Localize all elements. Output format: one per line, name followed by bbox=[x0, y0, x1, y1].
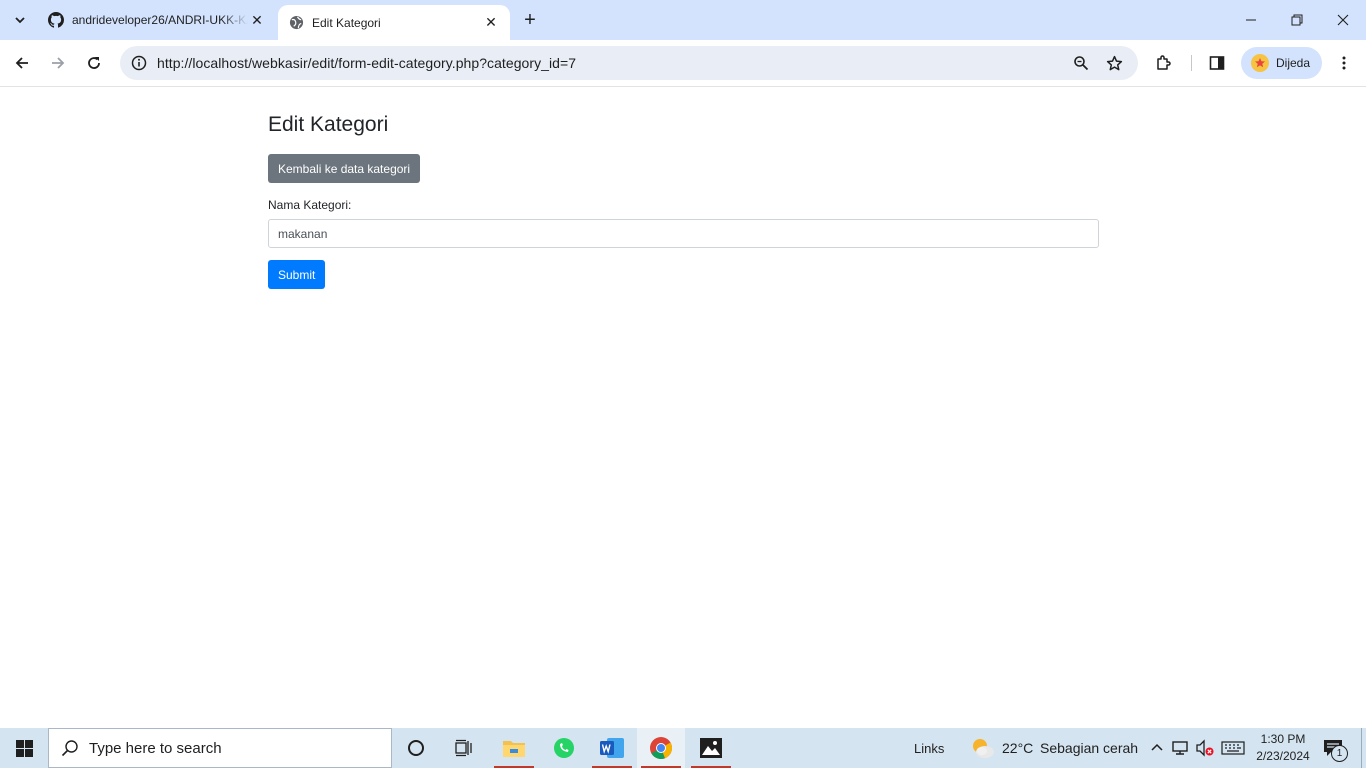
start-button[interactable] bbox=[0, 728, 48, 768]
close-icon[interactable]: ✕ bbox=[482, 14, 500, 32]
reload-icon bbox=[88, 57, 100, 69]
cortana-circle-icon bbox=[408, 740, 424, 756]
back-button[interactable] bbox=[7, 48, 37, 78]
category-name-input[interactable] bbox=[268, 219, 1099, 248]
search-icon bbox=[61, 740, 78, 757]
chevron-down-icon bbox=[15, 17, 25, 24]
side-panel-icon[interactable] bbox=[1204, 50, 1230, 76]
windows-taskbar: Type here to search Links 22°C Sebagian … bbox=[0, 728, 1366, 768]
weather-sun-cloud-icon[interactable] bbox=[970, 736, 996, 760]
back-to-categories-button[interactable]: Kembali ke data kategori bbox=[268, 154, 421, 183]
close-icon[interactable]: ✕ bbox=[248, 11, 266, 29]
zoom-icon[interactable] bbox=[1070, 52, 1092, 74]
clock-date: 2/23/2024 bbox=[1256, 749, 1310, 763]
github-icon bbox=[48, 12, 64, 28]
site-info-icon[interactable] bbox=[126, 50, 152, 76]
tab-search-button[interactable] bbox=[6, 7, 34, 33]
close-window-button[interactable] bbox=[1320, 0, 1366, 40]
browser-tabstrip: andrideveloper26/ANDRI-UKK-KASIR ✕ Edit … bbox=[0, 0, 1366, 40]
chrome-icon bbox=[650, 737, 673, 760]
chevron-up-icon[interactable] bbox=[1147, 738, 1167, 758]
restore-button[interactable] bbox=[1274, 0, 1320, 40]
restore-icon bbox=[1291, 14, 1303, 26]
minimize-button[interactable] bbox=[1228, 0, 1274, 40]
taskbar-chrome[interactable] bbox=[637, 728, 685, 768]
taskbar-word[interactable] bbox=[588, 728, 636, 768]
weather-condition[interactable]: Sebagian cerah bbox=[1040, 728, 1138, 768]
profile-name: Dijeda bbox=[1276, 56, 1311, 70]
links-toolbar[interactable]: Links bbox=[914, 728, 944, 768]
new-tab-button[interactable]: + bbox=[518, 8, 542, 32]
submit-button[interactable]: Submit bbox=[268, 260, 326, 289]
task-view-button[interactable] bbox=[440, 728, 488, 768]
arrow-right-icon bbox=[52, 57, 65, 69]
browser-toolbar: http://localhost/webkasir/edit/form-edit… bbox=[0, 40, 1366, 87]
photos-icon bbox=[700, 738, 722, 758]
folder-icon bbox=[503, 741, 525, 757]
close-icon bbox=[1337, 14, 1349, 26]
taskbar-file-explorer[interactable] bbox=[490, 728, 538, 768]
forward-button[interactable] bbox=[43, 48, 73, 78]
page-content: Edit Kategori Kembali ke data kategori N… bbox=[0, 87, 1366, 728]
task-view-icon bbox=[455, 739, 472, 757]
clock-time: 1:30 PM bbox=[1260, 732, 1306, 746]
show-desktop-button[interactable] bbox=[1361, 728, 1366, 768]
tab-edit-kategori[interactable]: Edit Kategori ✕ bbox=[278, 5, 510, 40]
avatar bbox=[1251, 54, 1269, 72]
arrow-left-icon bbox=[15, 57, 28, 69]
word-icon bbox=[600, 738, 624, 758]
taskbar-photos[interactable] bbox=[687, 728, 735, 768]
address-url: http://localhost/webkasir/edit/form-edit… bbox=[157, 55, 577, 71]
cortana-button[interactable] bbox=[392, 728, 440, 768]
taskbar-search-placeholder: Type here to search bbox=[89, 739, 222, 757]
keyboard-icon[interactable] bbox=[1221, 738, 1245, 758]
tab-github[interactable]: andrideveloper26/ANDRI-UKK-KASIR ✕ bbox=[38, 0, 276, 40]
profile-button[interactable]: Dijeda bbox=[1241, 47, 1322, 79]
globe-icon bbox=[288, 15, 304, 31]
network-icon[interactable] bbox=[1171, 738, 1191, 758]
tab-title: Edit Kategori bbox=[312, 15, 381, 30]
toolbar-separator bbox=[1191, 55, 1192, 71]
whatsapp-icon bbox=[554, 738, 574, 758]
address-bar[interactable]: http://localhost/webkasir/edit/form-edit… bbox=[120, 46, 1138, 80]
weather-temperature[interactable]: 22°C bbox=[1002, 728, 1033, 768]
page-title: Edit Kategori bbox=[268, 113, 389, 136]
taskbar-search[interactable]: Type here to search bbox=[48, 728, 392, 768]
taskbar-clock[interactable]: 1:30 PM 2/23/2024 bbox=[1247, 731, 1319, 765]
bookmark-star-icon[interactable] bbox=[1103, 52, 1125, 74]
taskbar-whatsapp[interactable] bbox=[540, 728, 588, 768]
minimize-icon bbox=[1246, 19, 1256, 21]
extensions-icon[interactable] bbox=[1151, 50, 1177, 76]
category-name-label: Nama Kategori: bbox=[268, 198, 352, 212]
volume-muted-icon[interactable] bbox=[1195, 738, 1215, 758]
windows-logo-icon bbox=[15, 739, 33, 757]
reload-button[interactable] bbox=[79, 48, 109, 78]
tab-title: andrideveloper26/ANDRI-UKK-KASIR bbox=[72, 13, 248, 27]
notification-badge: 1 bbox=[1331, 745, 1348, 762]
menu-kebab-icon[interactable] bbox=[1331, 50, 1357, 76]
